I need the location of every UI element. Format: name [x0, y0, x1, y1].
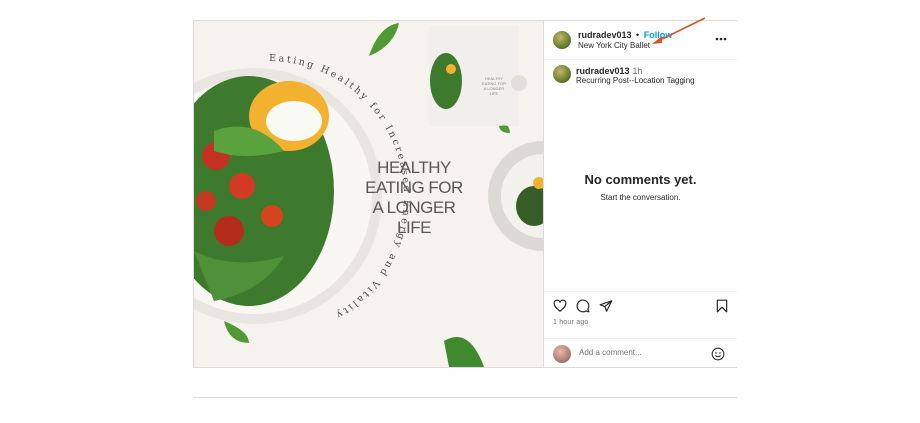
post-image[interactable]: Eating Healthy for Increased Energy and …: [194, 21, 543, 367]
tomato: [229, 173, 255, 199]
emoji-icon[interactable]: [711, 347, 725, 361]
instagram-post: Eating Healthy for Increased Energy and …: [193, 20, 737, 368]
title-line: EATING FOR: [365, 178, 463, 197]
separator-dot: •: [636, 30, 640, 40]
feed-divider: [193, 397, 737, 398]
comment-icon[interactable]: [576, 299, 590, 313]
comment-composer: [544, 338, 737, 369]
mini-title-line: LIFE: [489, 91, 499, 96]
caption-header: rudradev013 1h: [576, 66, 643, 76]
caption-username[interactable]: rudradev013: [576, 66, 630, 76]
mini-yolk: [446, 64, 456, 74]
avatar[interactable]: [553, 31, 571, 49]
share-icon[interactable]: [599, 299, 613, 313]
egg-white: [266, 101, 322, 141]
heart-icon[interactable]: [553, 299, 567, 313]
comment-input[interactable]: [579, 348, 709, 357]
tomato: [261, 205, 283, 227]
caption-text: Recurring Post--Location Tagging: [576, 76, 695, 85]
composer-avatar: [553, 345, 571, 363]
title-line: A LONGER: [372, 198, 456, 217]
post-image-title: HEALTHY EATING FOR A LONGER LIFE: [354, 158, 474, 238]
mini-salad: [430, 53, 462, 109]
post-actions: 1 hour ago: [544, 291, 737, 368]
title-line: LIFE: [397, 218, 431, 237]
caption-time: 1h: [632, 66, 643, 76]
tomato: [196, 191, 216, 211]
title-line: HEALTHY: [377, 158, 451, 177]
no-comments-title: No comments yet.: [584, 172, 697, 187]
tomato: [214, 216, 244, 246]
username-link[interactable]: rudradev013: [578, 30, 632, 40]
post-timestamp: 1 hour ago: [553, 319, 589, 326]
mini-title: HEALTHY EATING FOR A LONGER LIFE: [474, 76, 514, 96]
leaf: [444, 336, 484, 367]
bookmark-icon[interactable]: [715, 299, 729, 313]
no-comments-subtitle: Start the conversation.: [600, 193, 681, 202]
leaf: [224, 321, 249, 343]
post-sidebar: rudradev013 • Follow New York City Balle…: [543, 21, 737, 367]
annotation-arrow: [652, 17, 706, 44]
leaf: [369, 23, 399, 56]
caption-avatar[interactable]: [553, 65, 571, 83]
